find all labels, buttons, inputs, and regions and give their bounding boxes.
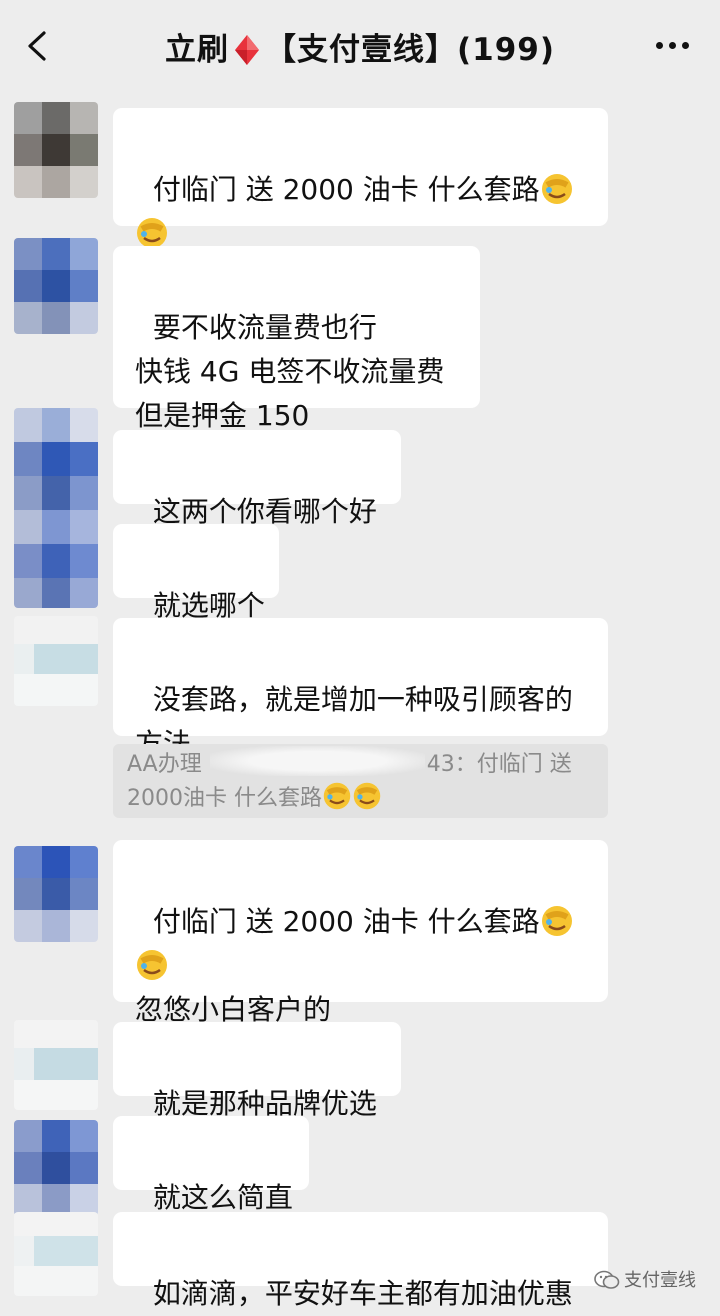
avatar[interactable]	[14, 1120, 98, 1216]
avatar[interactable]	[14, 238, 98, 334]
message-bubble[interactable]: 付临门 送 2000 油卡 什么套路 忽悠小白客户的	[113, 840, 608, 1026]
message-bubble[interactable]: 就这么简直	[113, 1116, 309, 1214]
message-text: 如滴滴，平安好车主都有加油优惠	[152, 1277, 573, 1310]
message-text: 快钱 4G 电签不收流量费	[135, 355, 445, 388]
title-prefix: 立刷	[164, 32, 229, 68]
message-bubble[interactable]: 没套路，就是增加一种吸引顾客的 方法	[113, 618, 608, 760]
message-bubble[interactable]: 要不收流量费也行 快钱 4G 电签不收流量费 但是押金 150	[113, 246, 480, 432]
avatar[interactable]	[14, 408, 98, 608]
wechat-icon	[594, 1270, 620, 1289]
title-group-name: 【支付壹线】(199)	[264, 32, 556, 68]
quote-text: 43：付临门 送	[426, 752, 572, 777]
avatar[interactable]	[14, 1212, 98, 1296]
message-text: 但是押金 150	[135, 399, 310, 432]
facepalm-emoji-icon	[137, 950, 167, 980]
message-bubble[interactable]: 就是那种品牌优选	[113, 1022, 401, 1120]
quote-text: 2000油卡 什么套路	[127, 786, 322, 811]
message-text: 就这么简直	[152, 1181, 293, 1214]
avatar[interactable]	[14, 1020, 98, 1110]
message-bubble[interactable]: 这两个你看哪个好	[113, 430, 401, 528]
message-bubble[interactable]: 付临门 送 2000 油卡 什么套路	[113, 108, 608, 248]
quote-sender: AA办理	[127, 752, 202, 777]
avatar[interactable]	[14, 102, 98, 198]
redaction-blur	[210, 746, 425, 776]
watermark: 支付壹线	[594, 1266, 696, 1292]
message-text: 付临门 送 2000 油卡 什么套路	[152, 173, 540, 206]
facepalm-emoji-icon	[541, 174, 572, 204]
message-text: 付临门 送 2000 油卡 什么套路	[152, 905, 540, 938]
facepalm-emoji-icon	[541, 906, 572, 936]
message-text: 要不收流量费也行	[152, 311, 377, 344]
quote-line-2: 2000油卡 什么套路	[127, 781, 594, 815]
red-diamond-icon	[234, 35, 259, 65]
message-bubble[interactable]: 如滴滴，平安好车主都有加油优惠	[113, 1212, 608, 1310]
avatar[interactable]	[14, 616, 98, 706]
chat-title: 立刷 【支付壹线】(199)	[0, 24, 720, 69]
facepalm-emoji-icon	[353, 782, 381, 810]
message-bubble[interactable]: 就选哪个	[113, 524, 279, 622]
facepalm-emoji-icon	[323, 782, 351, 810]
facepalm-emoji-icon	[137, 218, 167, 248]
watermark-text: 支付壹线	[624, 1270, 696, 1291]
message-text: 没套路，就是增加一种吸引顾客的	[152, 683, 573, 716]
avatar[interactable]	[14, 846, 98, 942]
chat-header: 立刷 【支付壹线】(199)	[0, 0, 720, 90]
more-dots-icon[interactable]	[656, 42, 690, 50]
